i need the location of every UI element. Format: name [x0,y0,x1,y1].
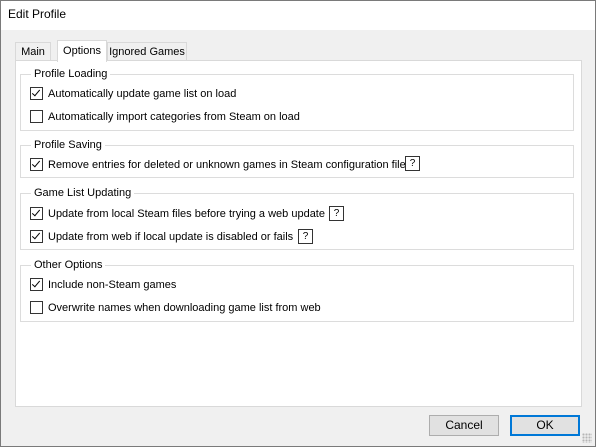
checkbox-include-non-steam[interactable] [30,278,43,291]
ok-button[interactable]: OK [510,415,580,436]
checkmark-icon [31,230,41,240]
tab-main[interactable]: Main [15,42,51,60]
tab-options[interactable]: Options [57,40,107,62]
option-label: Automatically import categories from Ste… [48,111,300,123]
checkbox-remove-unknown-entries[interactable] [30,158,43,171]
cancel-button[interactable]: Cancel [429,415,499,436]
resize-grip[interactable] [582,433,592,443]
title-bar[interactable]: Edit Profile [1,1,595,30]
tab-main-label: Main [21,46,45,58]
tab-ignored-games[interactable]: Ignored Games [107,42,187,60]
checkmark-icon [31,158,41,168]
group-profile-loading-title: Profile Loading [31,67,111,81]
group-profile-saving-title: Profile Saving [31,138,105,152]
tab-options-label: Options [63,45,101,57]
help-update-from-web[interactable]: ? [298,229,313,244]
checkbox-update-from-web[interactable] [30,230,43,243]
checkmark-icon [31,207,41,217]
group-game-list-updating-title: Game List Updating [31,186,135,200]
option-label: Update from web if local update is disab… [48,231,294,243]
checkbox-auto-update-game-list[interactable] [30,87,43,100]
option-label: Overwrite names when downloading game li… [48,302,321,314]
checkbox-auto-import-categories[interactable] [30,110,43,123]
group-other-options-title: Other Options [31,258,106,272]
edit-profile-dialog: Edit Profile Main Options Ignored Games … [0,0,596,447]
help-update-from-local-files[interactable]: ? [329,206,344,221]
checkbox-update-from-local-files[interactable] [30,207,43,220]
window-title: Edit Profile [8,7,67,21]
checkbox-overwrite-names[interactable] [30,301,43,314]
option-label: Include non-Steam games [48,279,177,291]
help-remove-unknown-entries[interactable]: ? [405,156,420,171]
checkmark-icon [31,278,41,288]
checkmark-icon [31,87,41,97]
option-label: Remove entries for deleted or unknown ga… [48,159,406,171]
tab-ignored-games-label: Ignored Games [109,46,185,58]
option-label: Automatically update game list on load [48,88,237,100]
option-label: Update from local Steam files before try… [48,208,325,220]
